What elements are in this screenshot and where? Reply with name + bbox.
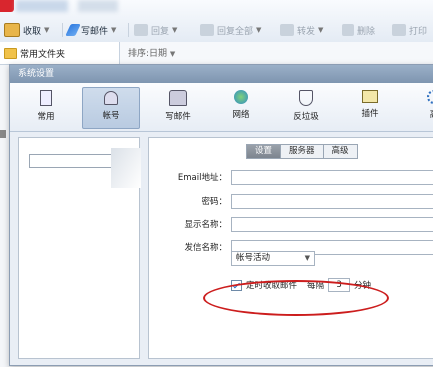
separator — [128, 23, 129, 37]
account-list-item[interactable] — [29, 154, 113, 168]
reply-all-label: 回复全部 — [217, 26, 254, 37]
account-status-select[interactable]: 帐号活动 ▼ — [231, 251, 315, 266]
chevron-down-icon: ▼ — [172, 26, 178, 34]
tab-label: 常用 — [37, 112, 55, 122]
tab-settings[interactable]: 设置 — [246, 144, 282, 159]
reply-all-button[interactable]: 回复全部 ▼ — [200, 22, 261, 38]
display-name-row: 显示名称： — [149, 215, 433, 233]
main-toolbar: 收取 ▼ 写邮件 ▼ 回复 ▼ 回复全部 ▼ 转发 ▼ 删除 打印 — [0, 0, 433, 43]
compose-label: 写邮件 — [81, 26, 109, 37]
tab-compose[interactable]: 写邮件 — [150, 87, 206, 127]
tab-advanced-settings[interactable]: 高级 — [322, 144, 358, 159]
account-list[interactable] — [18, 137, 141, 359]
email-field[interactable] — [231, 169, 433, 185]
tab-label: 高 — [406, 108, 433, 120]
tab-account[interactable]: 帐号 — [82, 87, 140, 129]
general-icon — [40, 90, 52, 106]
list-shadow — [111, 148, 141, 188]
receive-label: 收取 — [23, 26, 42, 37]
app-title-blurred-2 — [78, 0, 118, 12]
compose-icon — [169, 90, 187, 106]
folder-common[interactable]: 常用文件夹 — [4, 47, 65, 60]
display-name-field[interactable] — [231, 216, 433, 232]
tab-label: 网络 — [232, 110, 250, 120]
folder-list-header: 常用文件夹 排序:日期 ▼ — [0, 42, 433, 65]
reply-button[interactable]: 回复 ▼ — [134, 22, 177, 38]
tab-label: 帐号 — [102, 111, 120, 121]
dialog-title: 系统设置 — [10, 65, 433, 83]
receive-button[interactable]: 收取 ▼ — [4, 22, 49, 38]
chevron-down-icon: ▼ — [256, 26, 262, 34]
tab-antispam[interactable]: 反垃圾 — [278, 87, 334, 127]
folder-icon — [4, 48, 17, 59]
tab-advanced[interactable]: 高 — [406, 87, 433, 127]
account-settings-panel: 设置 服务器 高级 Email地址： 密码： 显示名称： 发信名称： 帐号活动 … — [148, 137, 433, 359]
dialog-body: 设置 服务器 高级 Email地址： 密码： 显示名称： 发信名称： 帐号活动 … — [18, 137, 433, 367]
tab-label: 写邮件 — [165, 112, 191, 122]
email-label: Email地址： — [177, 173, 227, 183]
print-button[interactable]: 打印 — [392, 22, 427, 38]
email-row: Email地址： — [149, 168, 433, 186]
account-status-value: 帐号活动 — [236, 253, 271, 263]
left-edge-handle[interactable] — [0, 130, 6, 138]
tab-label: 插件 — [361, 109, 379, 119]
highlight-ellipse — [203, 280, 389, 316]
plugin-icon — [362, 90, 378, 103]
advanced-icon — [427, 90, 433, 104]
delete-button[interactable]: 删除 — [342, 22, 375, 38]
reply-label: 回复 — [151, 26, 170, 37]
display-name-label: 显示名称： — [184, 220, 227, 230]
password-row: 密码： — [149, 192, 433, 210]
printer-icon — [392, 24, 406, 36]
folder-label: 常用文件夹 — [20, 50, 66, 60]
print-label: 打印 — [409, 26, 428, 37]
tab-network[interactable]: 网络 — [213, 87, 269, 127]
forward-arrow-icon — [280, 24, 294, 36]
delete-label: 删除 — [357, 26, 376, 37]
reply-arrow-icon — [134, 24, 148, 36]
forward-button[interactable]: 转发 ▼ — [280, 22, 323, 38]
chevron-down-icon: ▼ — [304, 254, 310, 262]
chevron-down-icon: ▼ — [44, 26, 50, 34]
pen-icon — [65, 24, 81, 36]
password-label: 密码： — [201, 197, 227, 207]
tab-plugin[interactable]: 插件 — [342, 87, 398, 127]
app-title-blurred — [16, 0, 68, 12]
sort-label: 排序:日期 — [128, 49, 168, 59]
chevron-down-icon: ▼ — [111, 26, 117, 34]
account-icon — [104, 91, 118, 105]
delete-x-icon — [342, 24, 354, 36]
app-logo — [0, 0, 14, 12]
tab-label: 反垃圾 — [293, 112, 319, 122]
tab-general[interactable]: 常用 — [18, 87, 74, 127]
panel-tab-bar: 设置 服务器 高级 — [246, 144, 358, 159]
settings-dialog: 系统设置 常用 帐号 写邮件 网络 反垃圾 插件 高 — [9, 64, 433, 366]
sort-dropdown[interactable]: 排序:日期 ▼ — [128, 46, 175, 59]
sender-name-label: 发信名称： — [184, 243, 227, 253]
settings-tab-bar: 常用 帐号 写邮件 网络 反垃圾 插件 高 — [10, 83, 433, 132]
compose-button[interactable]: 写邮件 ▼ — [65, 22, 117, 38]
tab-server[interactable]: 服务器 — [280, 144, 324, 159]
antispam-icon — [299, 90, 313, 106]
network-icon — [234, 90, 248, 104]
reply-all-icon — [200, 24, 214, 36]
chevron-down-icon: ▼ — [169, 50, 176, 58]
password-field[interactable] — [231, 193, 433, 209]
forward-label: 转发 — [297, 26, 316, 37]
chevron-down-icon: ▼ — [318, 26, 324, 34]
inbox-icon — [4, 23, 20, 37]
separator — [62, 23, 63, 37]
